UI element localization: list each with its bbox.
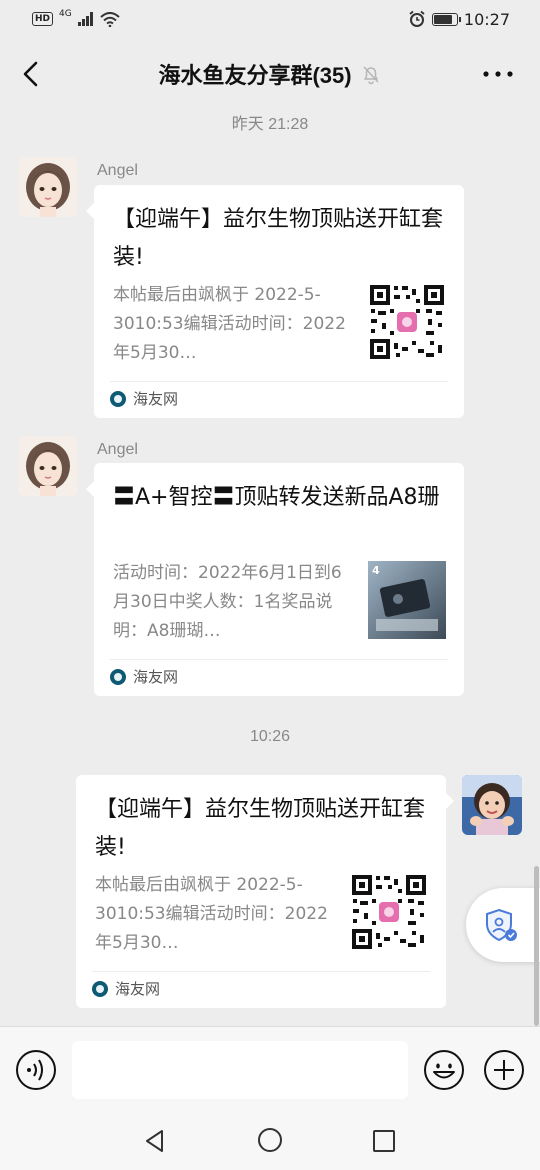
signal-icon	[77, 12, 93, 26]
link-card[interactable]: 〓A+智控〓顶贴转发送新品A8珊 瑚灯活动丨第2209期丨 活动时间：2022年…	[86, 463, 464, 696]
wifi-icon	[100, 11, 120, 27]
source-logo-icon	[110, 390, 126, 407]
voice-button[interactable]	[15, 1049, 57, 1091]
card-divider	[110, 381, 448, 382]
emoji-button[interactable]	[423, 1049, 465, 1091]
nav-back-button[interactable]	[142, 1128, 168, 1154]
avatar-photo	[462, 775, 522, 835]
chat-title-wrap: 海水鱼友分享群(35)	[158, 58, 381, 90]
nav-recents-button[interactable]	[372, 1129, 396, 1153]
card-title: 〓A+智控〓顶贴转发送新品A8珊 瑚灯活动丨第2209期丨	[113, 485, 446, 510]
avatar[interactable]	[18, 436, 78, 496]
card-description: 本帖最后由飒枫于 2022-5-3010:53编辑活动时间：2022年5月30…	[113, 285, 346, 363]
qr-code-thumbnail	[368, 283, 446, 361]
source-name: 海友网	[115, 980, 161, 998]
product-thumbnail: 4	[368, 561, 446, 639]
sender-name: Angel	[97, 162, 138, 179]
svg-text:4: 4	[372, 564, 380, 577]
card-divider	[110, 659, 448, 660]
battery-icon	[431, 12, 461, 26]
status-bar: HD 4G 10:27	[0, 0, 540, 38]
timestamp: 10:26	[249, 728, 291, 745]
source-logo-icon	[92, 980, 108, 997]
card-title: 【迎端午】益尔生物顶贴送开缸套装!	[113, 207, 444, 270]
card-description: 本帖最后由飒枫于 2022-5-3010:53编辑活动时间：2022年5月30…	[95, 875, 328, 953]
back-button[interactable]	[18, 60, 44, 88]
more-options-button[interactable]	[482, 66, 514, 82]
self-avatar[interactable]	[462, 775, 522, 835]
plus-button[interactable]	[483, 1049, 525, 1091]
qr-code-thumbnail	[350, 873, 428, 951]
message-input[interactable]	[72, 1041, 408, 1099]
card-divider	[92, 971, 430, 972]
status-time: 10:27	[463, 9, 510, 29]
nav-home-button[interactable]	[257, 1127, 283, 1153]
status-right: 10:27	[408, 10, 510, 29]
card-title: 【迎端午】益尔生物顶贴送开缸套装!	[95, 797, 426, 860]
security-float-button[interactable]	[466, 888, 540, 962]
network-type: 4G	[59, 9, 72, 19]
avatar[interactable]	[18, 157, 78, 217]
chat-title: 海水鱼友分享群(35)	[158, 63, 352, 88]
avatar-illustration	[18, 157, 78, 217]
card-description: 活动时间：2022年6月1日到6月30日中奖人数：1名奖品说明：A8珊瑚…	[113, 563, 342, 641]
link-card[interactable]: 【迎端午】益尔生物顶贴送开缸套装! 本帖最后由飒枫于 2022-5-3010:5…	[76, 775, 454, 1008]
hd-badge: HD	[32, 12, 54, 26]
input-bar	[0, 1026, 540, 1112]
scrollbar-thumb[interactable]	[534, 866, 539, 1026]
sender-name: Angel	[97, 441, 138, 458]
bell-off-icon	[363, 66, 379, 85]
battery-level	[433, 14, 452, 24]
chat-header: 海水鱼友分享群(35)	[0, 38, 540, 110]
source-logo-icon	[110, 668, 126, 685]
system-nav-bar	[0, 1112, 540, 1170]
card-source: 海友网	[92, 978, 160, 999]
link-card[interactable]: 【迎端午】益尔生物顶贴送开缸套装! 本帖最后由飒枫于 2022-5-3010:5…	[86, 185, 464, 418]
alarm-icon	[409, 10, 425, 27]
status-left: HD 4G	[32, 9, 120, 27]
timestamp: 昨天 21:28	[231, 116, 309, 133]
card-source: 海友网	[110, 388, 178, 409]
avatar-illustration	[18, 436, 78, 496]
source-name: 海友网	[133, 390, 179, 408]
shield-icon	[486, 908, 517, 942]
source-name: 海友网	[133, 668, 179, 686]
card-source: 海友网	[110, 666, 178, 687]
